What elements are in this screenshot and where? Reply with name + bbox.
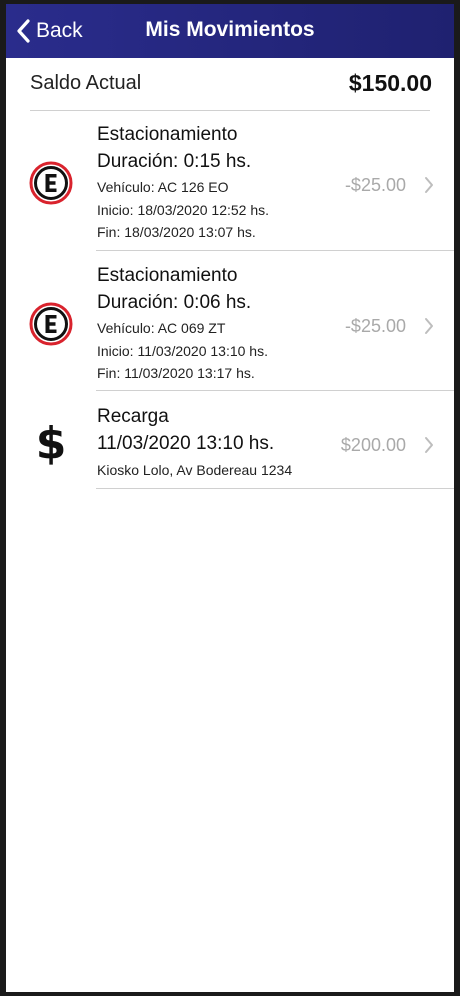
phone-screen: Back Mis Movimientos Saldo Actual $150.0… [6,4,454,992]
balance-value: $150.00 [348,70,432,96]
movement-location: Kiosko Lolo, Av Bodereau 1234 [97,462,293,478]
movement-vehicle: Vehículo: AC 069 ZT [97,320,226,336]
page-title: Mis Movimientos [145,18,315,41]
row-divider [96,488,454,489]
chevron-right-icon [425,177,433,193]
movement-title: Estacionamiento [97,265,238,286]
movement-duration: Duración: 0:15 hs. [97,151,252,172]
parking-icon [29,302,73,346]
svg-text:$: $ [36,418,67,465]
movement-end: Fin: 18/03/2020 13:07 hs. [97,224,256,240]
dollar-icon: $ [36,418,67,465]
chevron-right-icon [425,318,433,334]
movement-vehicle: Vehículo: AC 126 EO [97,179,229,195]
movement-end: Fin: 11/03/2020 13:17 hs. [97,365,255,381]
movement-duration: Duración: 0:06 hs. [97,292,252,313]
movement-amount: -$25.00 [344,175,406,195]
movement-start: Inicio: 11/03/2020 13:10 hs. [97,343,268,359]
movement-title: Recarga [97,406,169,427]
movement-start: Inicio: 18/03/2020 12:52 hs. [97,202,270,218]
movement-row[interactable]: $ Recarga 11/03/2020 13:10 hs. Kiosko Lo… [6,391,454,489]
movement-amount: -$25.00 [344,316,406,336]
chevron-right-icon [425,437,433,453]
movement-row[interactable]: Estacionamiento Duración: 0:06 hs. Vehíc… [6,251,454,391]
parking-icon [29,161,73,205]
balance-label: Saldo Actual [30,72,142,94]
movement-amount: $200.00 [340,435,406,455]
movement-row[interactable]: Estacionamiento Duración: 0:15 hs. Vehíc… [6,110,454,251]
movement-title: Estacionamiento [97,124,238,145]
balance-row: Saldo Actual $150.00 [30,58,432,111]
movement-date: 11/03/2020 13:10 hs. [97,433,275,454]
navigation-bar: Back Mis Movimientos [6,4,454,58]
